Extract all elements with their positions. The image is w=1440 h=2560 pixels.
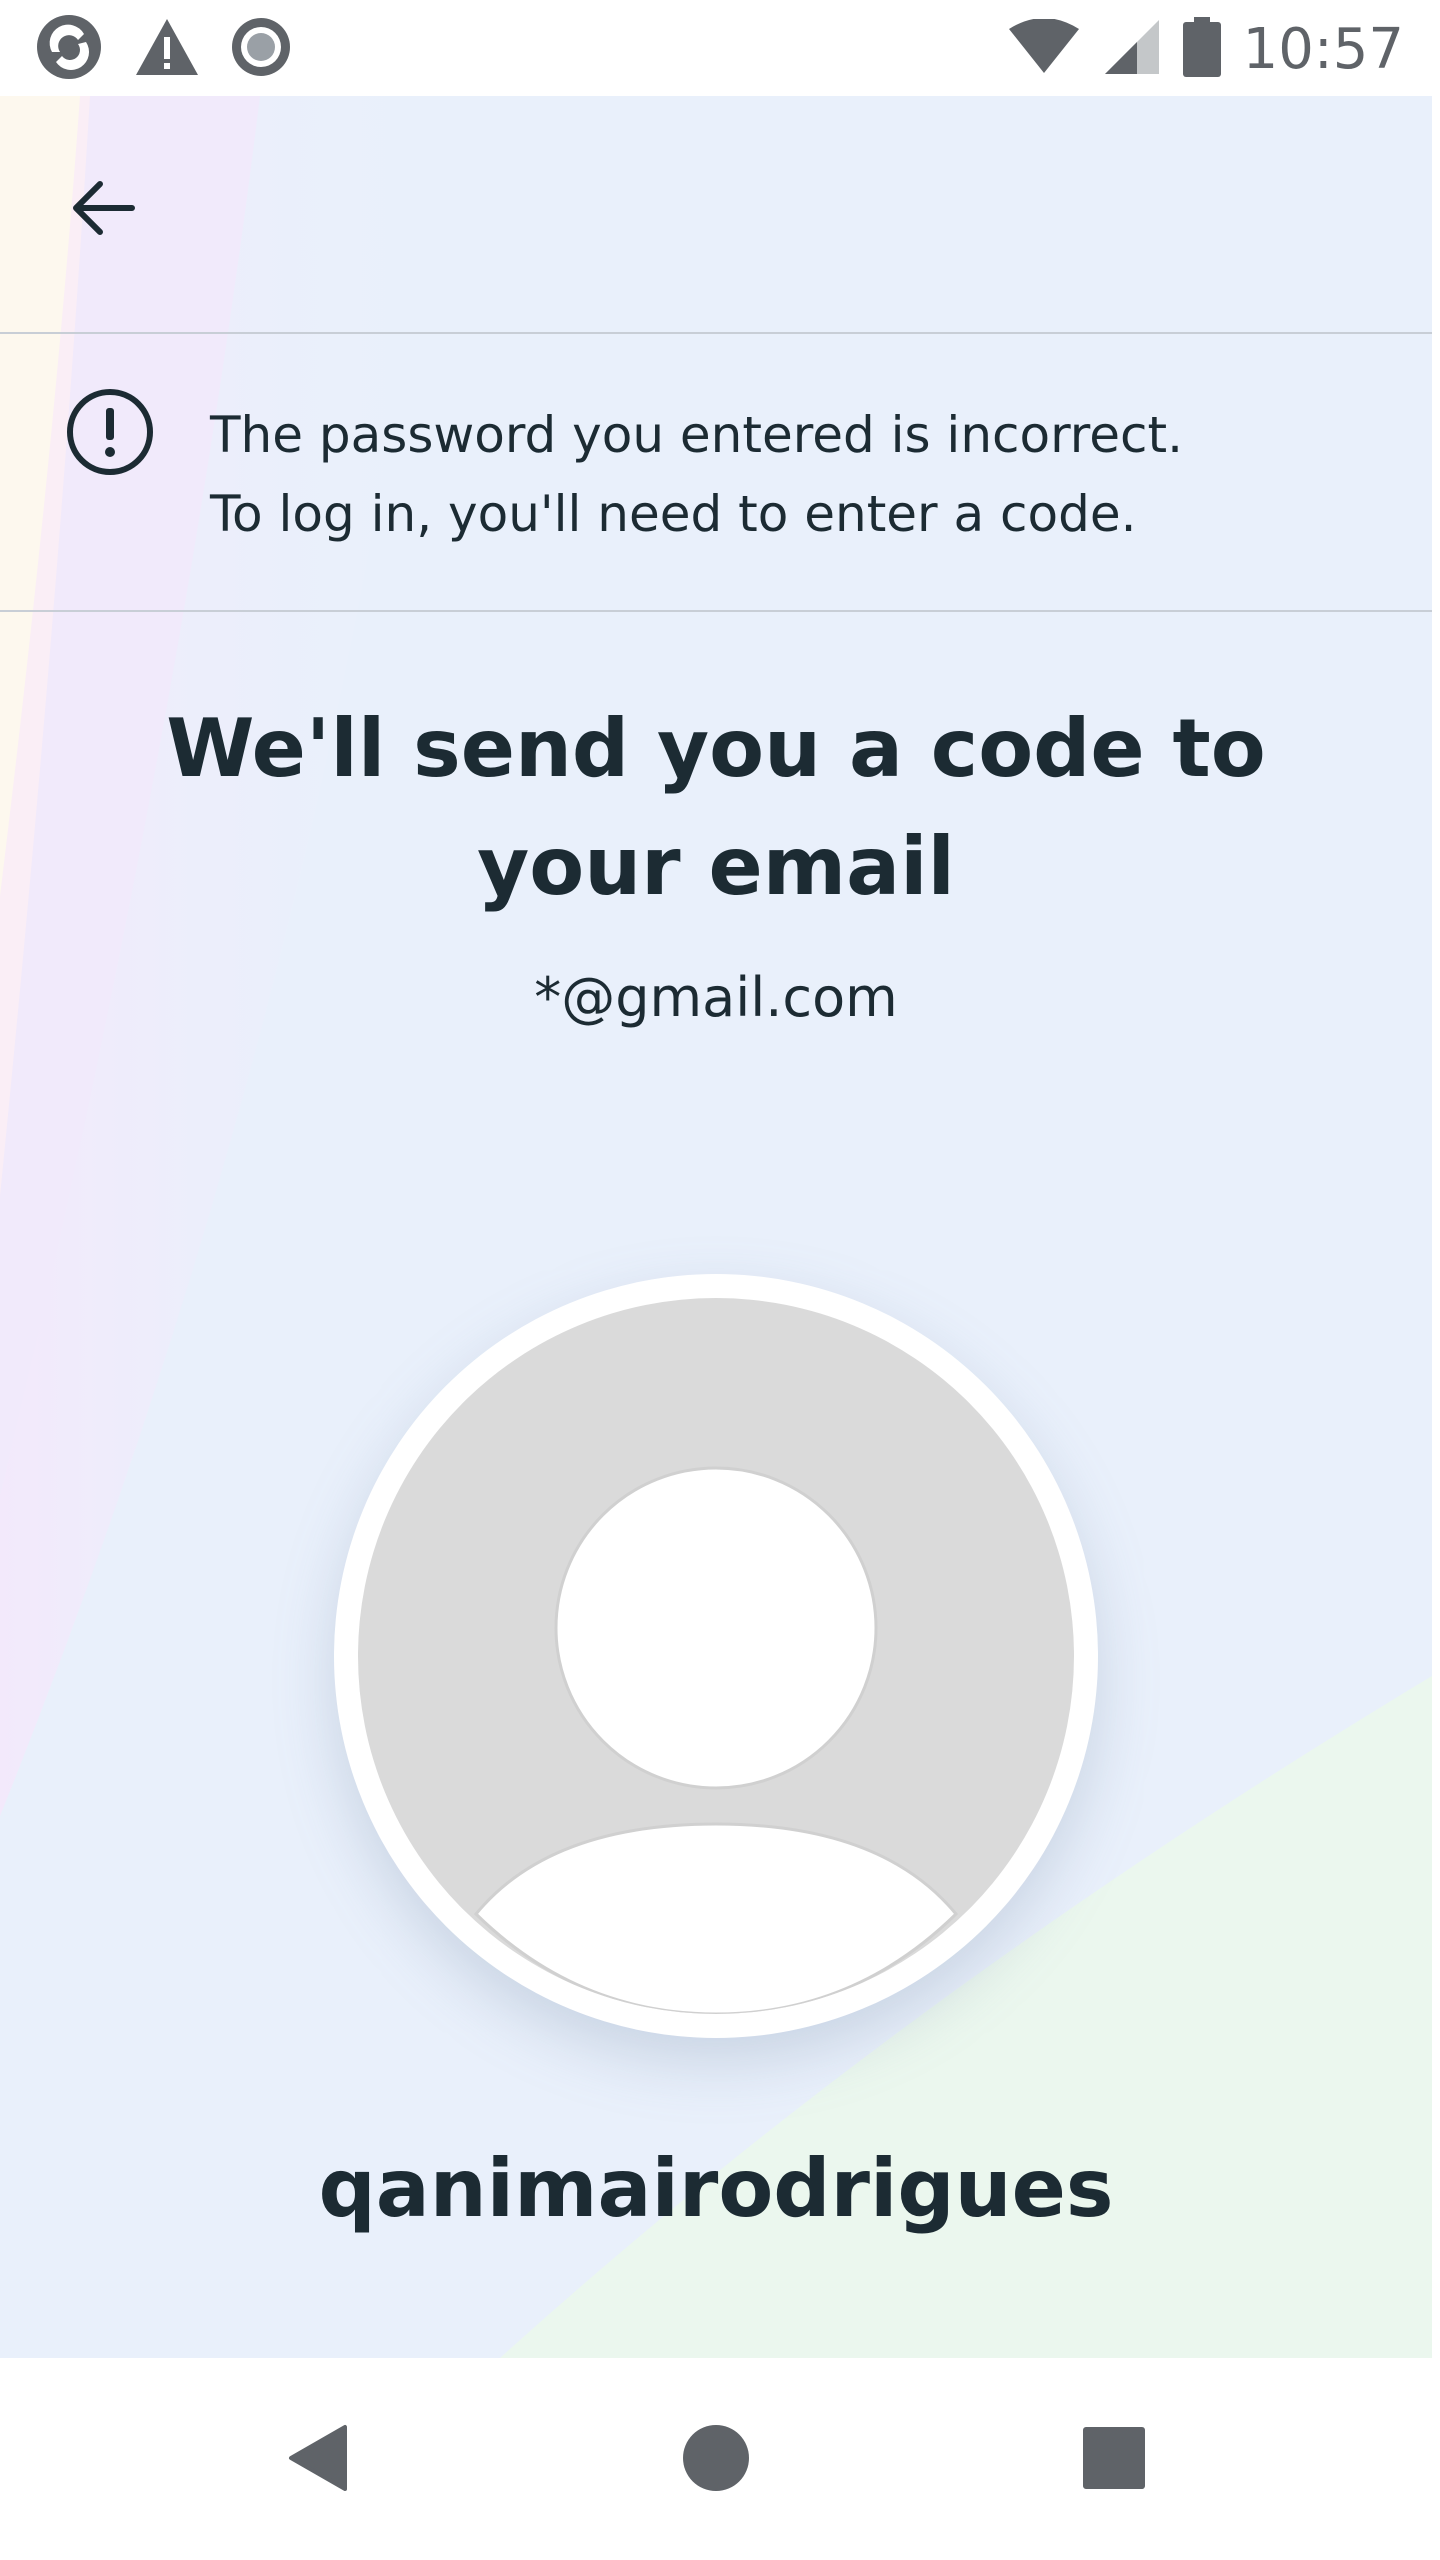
- default-avatar-icon: [358, 1298, 1074, 2014]
- navigation-bar: [0, 2358, 1440, 2560]
- cell-signal-icon: [1103, 18, 1161, 80]
- exclamation-circle-icon: [67, 389, 153, 475]
- password-error-message: The password you entered is incorrect. T…: [210, 396, 1390, 554]
- screen: 10:57 The password you entered is incorr…: [0, 0, 1440, 2560]
- warning-icon: [134, 17, 200, 81]
- status-left-icons: [34, 14, 292, 84]
- alert-line-1: The password you entered is incorrect.: [210, 406, 1183, 464]
- arrow-left-icon: [73, 181, 135, 235]
- wifi-icon: [1007, 18, 1081, 79]
- nav-home-button[interactable]: [656, 2398, 776, 2518]
- masked-email: *@gmail.com: [534, 966, 898, 1029]
- username: qanimairodrigues: [318, 2142, 1114, 2235]
- content-area: The password you entered is incorrect. T…: [0, 96, 1432, 2358]
- nav-back-button[interactable]: [258, 2398, 378, 2518]
- page-title-line-1: We'll send you a code to: [166, 702, 1266, 795]
- status-time: 10:57: [1242, 16, 1404, 82]
- battery-icon: [1182, 17, 1221, 81]
- divider-bottom: [0, 610, 1432, 612]
- page-title-line-2: your email: [477, 820, 955, 913]
- record-icon: [230, 16, 292, 82]
- alert-line-2: To log in, you'll need to enter a code.: [210, 485, 1137, 543]
- nav-recents-button[interactable]: [1054, 2398, 1174, 2518]
- divider-top: [0, 332, 1432, 334]
- back-button[interactable]: [56, 160, 152, 256]
- nav-back-icon: [289, 2425, 347, 2491]
- status-right-icons: 10:57: [1007, 14, 1404, 84]
- status-bar: 10:57: [0, 0, 1440, 96]
- page-title: We'll send you a code to your email: [0, 690, 1432, 926]
- avatar: [334, 1274, 1098, 2038]
- nav-home-icon: [683, 2425, 749, 2491]
- nav-recents-icon: [1083, 2427, 1145, 2489]
- sync-app-icon: [34, 12, 104, 86]
